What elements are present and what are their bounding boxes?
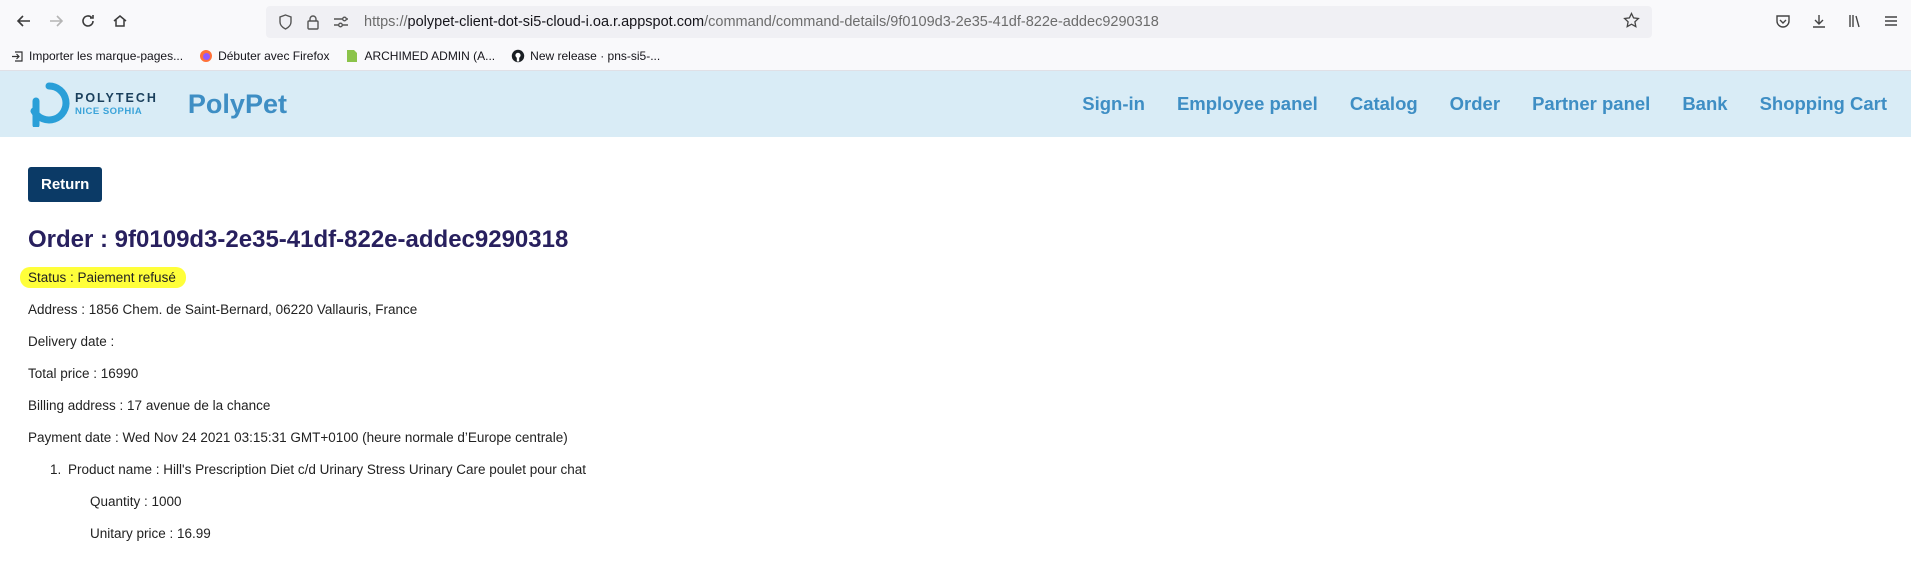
product-name: Product name : Hill's Prescription Diet … [68,462,587,477]
bookmark-label: ARCHIMED ADMIN (A... [364,49,496,63]
payment-date-line: Payment date : Wed Nov 24 2021 03:15:31 … [28,430,568,445]
product-item: 1. Product name : Hill's Prescription Die… [28,454,1911,550]
product-unitary-price: Unitary price : 16.99 [90,526,211,541]
polytech-logo[interactable]: POLYTECH NICE SOPHIA [27,81,158,127]
browser-toolbar: https://polypet-client-dot-si5-cloud-i.o… [0,0,1911,42]
download-icon[interactable] [1807,7,1831,35]
firefox-icon [199,49,213,63]
home-icon[interactable] [106,7,134,35]
bookmark-archimed[interactable]: ARCHIMED ADMIN (A... [345,49,495,63]
reload-icon[interactable] [74,7,102,35]
main-nav: Sign-in Employee panel Catalog Order Par… [1050,71,1887,137]
product-name-line: 1. Product name : Hill's Prescription Die… [50,454,1911,486]
bookmark-label: Importer les marque-pages... [29,49,184,63]
toolbar-right-icons [1771,7,1903,35]
status-line: Status : Paiement refusé [20,262,1911,294]
url-scheme: https:// [364,14,408,30]
url-path: /command/command-details/9f0109d3-2e35-4… [704,14,1159,30]
total-price-line: Total price : 16990 [28,366,139,381]
order-status: Status : Paiement refusé [20,267,186,288]
nav-order[interactable]: Order [1450,93,1500,115]
order-details: Return Order : 9f0109d3-2e35-41df-822e-a… [0,137,1911,550]
lock-icon[interactable] [304,13,322,31]
bookmark-label: New release · pns-si5-... [530,49,661,63]
back-arrow-icon[interactable] [10,7,38,35]
address-line: Address : 1856 Chem. de Saint-Bernard, 0… [28,302,418,317]
bookmark-label: Débuter avec Firefox [218,49,330,63]
bookmark-firefox[interactable]: Débuter avec Firefox [199,49,329,63]
logo-line2: NICE SOPHIA [75,105,143,117]
product-number: 1. [50,462,62,477]
menu-icon[interactable] [1879,7,1903,35]
url-bar[interactable]: https://polypet-client-dot-si5-cloud-i.o… [266,6,1652,38]
return-button[interactable]: Return [28,167,103,202]
shield-icon[interactable] [276,13,294,31]
url-host: polypet-client-dot-si5-cloud-i.oa.r.apps… [407,14,705,30]
billing-address-line: Billing address : 17 avenue de la chance [28,398,271,413]
nav-employee-panel[interactable]: Employee panel [1177,93,1318,115]
bookmarks-toolbar: Importer les marque-pages... Débuter ave… [0,42,1911,71]
nav-partner-panel[interactable]: Partner panel [1532,93,1650,115]
nav-bank[interactable]: Bank [1682,93,1727,115]
nav-catalog[interactable]: Catalog [1350,93,1418,115]
polytech-logo-icon [30,82,70,127]
pocket-icon[interactable] [1771,7,1795,35]
permissions-icon[interactable] [332,13,350,31]
library-icon[interactable] [1843,7,1867,35]
logo-line1: POLYTECH [75,91,158,105]
bookmark-import[interactable]: Importer les marque-pages... [10,49,183,63]
bookmark-star-icon[interactable] [1623,11,1640,34]
delivery-date-line: Delivery date : [28,334,115,349]
brand-title[interactable]: PolyPet [188,89,287,120]
forward-arrow-icon[interactable] [42,7,70,35]
github-icon [511,49,525,63]
import-icon [10,49,24,63]
nav-sign-in[interactable]: Sign-in [1082,93,1145,115]
bookmark-github[interactable]: New release · pns-si5-... [511,49,660,63]
product-quantity: Quantity : 1000 [90,494,182,509]
order-title: Order : 9f0109d3-2e35-41df-822e-addec929… [28,226,569,253]
site-header: POLYTECH NICE SOPHIA PolyPet Sign-in Emp… [0,71,1911,137]
archimed-icon [345,49,359,63]
url-text[interactable]: https://polypet-client-dot-si5-cloud-i.o… [364,14,1159,30]
nav-shopping-cart[interactable]: Shopping Cart [1760,93,1887,115]
